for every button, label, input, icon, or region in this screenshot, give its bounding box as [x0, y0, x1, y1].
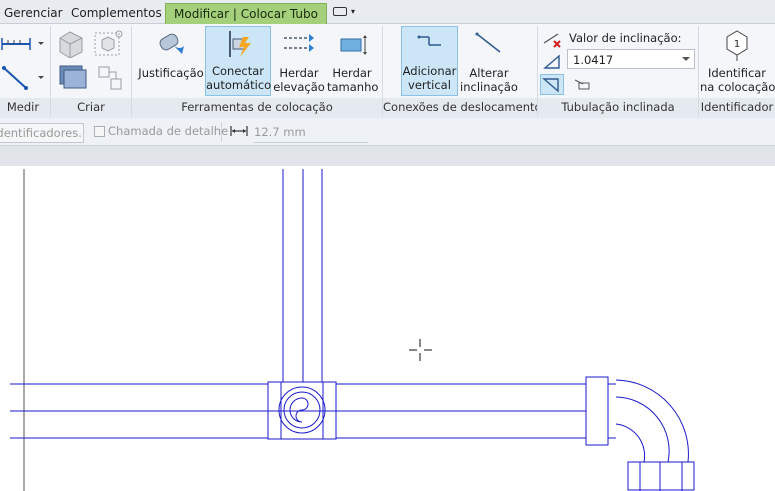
auto-connect-label-1: Conectar: [211, 64, 265, 78]
leader-checkbox[interactable]: [94, 126, 105, 137]
leader-checkbox-label: Chamada de detalhe: [108, 124, 229, 138]
ribbon: Medir Criar Justificação Conectar automá…: [0, 24, 775, 118]
svg-text:1: 1: [734, 39, 740, 50]
auto-connect-icon: [229, 31, 251, 57]
slope-down-button[interactable]: [540, 74, 564, 95]
panel-title-conexoes: Conexões de deslocamento: [383, 100, 542, 114]
tags-button[interactable]: Identificadores...: [0, 123, 84, 143]
tee-fitting: [267, 381, 337, 440]
change-slope-icon: [475, 32, 501, 53]
assembly-icon: [98, 66, 122, 90]
inherit-size-button[interactable]: Herdar tamanho: [327, 28, 379, 96]
view-tab-strip: [0, 146, 775, 166]
pipe-plan-view: [10, 169, 695, 491]
elbow-fitting: [608, 379, 695, 491]
inherit-size-label-1: Herdar: [332, 66, 372, 80]
justification-icon: [159, 33, 184, 54]
aligned-dimension-icon: [2, 66, 44, 90]
create-group-button[interactable]: [92, 28, 126, 62]
slope-up-icon: [543, 54, 560, 69]
tag-label-1: Identificar: [707, 66, 767, 80]
measure-icon: [1, 38, 44, 50]
create-assembly-button[interactable]: [96, 64, 126, 98]
inherit-size-label-2: tamanho: [327, 80, 379, 94]
slope-value-text: 1.0417: [573, 53, 614, 67]
panel-toggle-icon: [333, 7, 347, 16]
add-vertical-button[interactable]: Adicionar vertical: [401, 26, 458, 96]
add-vertical-label-2: vertical: [408, 78, 451, 92]
options-divider: [221, 122, 222, 142]
leader-length-icon: [230, 126, 248, 136]
pipe-coupling: [585, 376, 609, 446]
chevron-down-icon: ▾: [351, 7, 356, 16]
tab-modificar-colocar-tubo[interactable]: Modificar | Colocar Tubo: [165, 3, 327, 24]
panel-title-identificador: Identificador: [700, 100, 774, 114]
inherit-elevation-label-2: elevação: [273, 80, 325, 94]
panel-title-tubulacao: Tubulação inclinada: [561, 100, 675, 114]
tag-icon: 1: [726, 30, 748, 61]
slope-tag-icon: [574, 79, 590, 90]
justification-button[interactable]: Justificação: [138, 28, 204, 96]
slope-down-icon: [542, 78, 559, 93]
measure-tool-button[interactable]: [0, 34, 44, 56]
change-slope-label-2: inclinação: [460, 80, 518, 94]
change-slope-button[interactable]: Alterar inclinação: [459, 28, 519, 96]
tag-on-placement-button[interactable]: 1 Identificar na colocação: [700, 28, 775, 96]
ribbon-tab-bar: Gerenciar Complementos Modificar | Coloc…: [0, 0, 775, 24]
auto-connect-button[interactable]: Conectar automático: [205, 26, 271, 96]
slope-value-label: Valor de inclinação:: [569, 31, 682, 45]
tab-gerenciar[interactable]: Gerenciar: [4, 3, 63, 24]
options-bar: Identificadores... Chamada de detalhe 12…: [0, 118, 775, 146]
tag-label-2: na colocação: [700, 80, 775, 94]
parts-icon: [59, 65, 87, 89]
change-slope-label-1: Alterar: [469, 66, 509, 80]
revit-window: Gerenciar Complementos Modificar | Coloc…: [0, 0, 775, 491]
auto-connect-label-2: automático: [206, 78, 272, 92]
create-component-button[interactable]: [56, 28, 86, 62]
pipe-network: [10, 169, 695, 491]
inherit-elevation-label-1: Herdar: [279, 66, 319, 80]
create-parts-button[interactable]: [56, 62, 90, 98]
slope-value-dropdown[interactable]: 1.0417: [567, 49, 695, 69]
add-vertical-label-1: Adicionar: [402, 64, 457, 78]
leader-length-field[interactable]: 12.7 mm: [254, 123, 368, 143]
slope-off-icon: [543, 33, 561, 48]
drawing-canvas[interactable]: [0, 166, 775, 491]
slope-annotation-button[interactable]: [572, 76, 592, 92]
panel-title-ferramentas: Ferramentas de colocação: [181, 100, 333, 114]
inherit-size-icon: [340, 35, 367, 55]
cube-icon: [59, 31, 83, 59]
crosshair-cursor-icon: [409, 339, 432, 361]
group-icon: [94, 30, 123, 56]
disable-slope-button[interactable]: [542, 31, 564, 49]
tab-overflow-button[interactable]: ▾: [333, 5, 361, 19]
add-vertical-icon: [417, 35, 441, 46]
aligned-dimension-button[interactable]: [0, 62, 44, 96]
inherit-elevation-icon: [284, 34, 314, 52]
slope-up-button[interactable]: [542, 53, 564, 71]
panel-title-medir: Medir: [6, 100, 40, 114]
tab-complementos[interactable]: Complementos: [71, 3, 162, 24]
inherit-elevation-button[interactable]: Herdar elevação: [272, 28, 326, 96]
panel-title-criar: Criar: [77, 100, 105, 114]
chevron-down-icon: [682, 57, 690, 61]
justification-label: Justificação: [138, 66, 204, 80]
